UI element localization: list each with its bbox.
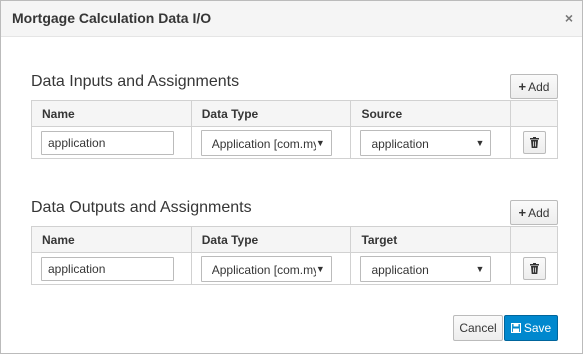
outputs-table-header: Name Data Type Target [31,226,558,253]
save-button[interactable]: Save [504,315,558,341]
add-output-label: Add [528,205,550,220]
output-target-value: application [371,262,429,277]
caret-down-icon: ▼ [475,263,485,274]
column-header-data-type: Data Type [190,226,352,253]
source-cell: application ▼ [350,126,512,159]
add-input-button[interactable]: + Add [510,74,558,99]
input-data-type-value: Application [com.myspace.mortgage_app] [211,136,316,151]
input-source-value: application [371,136,429,151]
trash-icon [530,137,540,148]
cancel-button[interactable]: Cancel [453,315,503,341]
close-icon[interactable]: × [565,10,573,26]
delete-input-button[interactable] [523,131,547,154]
output-name-field[interactable] [41,256,174,281]
actions-cell [510,126,558,159]
column-header-source: Source [350,100,512,127]
outputs-section-title: Data Outputs and Assignments [31,199,252,216]
output-data-type-value: Application [com.myspace.mortgage_app] [211,262,316,277]
name-cell [31,252,192,285]
plus-icon: + [518,78,527,94]
trash-icon [530,263,540,274]
caret-down-icon: ▼ [315,263,325,274]
plus-icon: + [518,204,527,220]
inputs-section-title: Data Inputs and Assignments [31,73,240,90]
table-row: Application [com.myspace.mortgage_app] ▼… [31,126,558,159]
data-type-cell: Application [com.myspace.mortgage_app] ▼ [190,126,352,159]
outputs-table: Name Data Type Target Application [com.m… [31,226,558,285]
input-data-type-select[interactable]: Application [com.myspace.mortgage_app] ▼ [200,129,332,156]
inputs-table: Name Data Type Source Application [com.m… [31,100,558,159]
delete-output-button[interactable] [523,257,547,280]
output-data-type-select[interactable]: Application [com.myspace.mortgage_app] ▼ [200,255,332,282]
target-cell: application ▼ [350,252,512,285]
name-cell [31,126,192,159]
floppy-icon [510,323,521,333]
data-type-cell: Application [com.myspace.mortgage_app] ▼ [190,252,352,285]
save-label: Save [523,321,552,335]
dialog-header: Mortgage Calculation Data I/O × [1,1,582,37]
inputs-table-header: Name Data Type Source [31,100,558,127]
actions-cell [510,252,558,285]
caret-down-icon: ▼ [315,137,325,148]
input-source-select[interactable]: application ▼ [360,129,492,156]
input-name-field[interactable] [41,130,174,155]
column-header-target: Target [350,226,512,253]
data-io-dialog: Mortgage Calculation Data I/O × Data Inp… [0,0,583,354]
output-target-select[interactable]: application ▼ [360,255,492,282]
column-header-name: Name [31,100,192,127]
add-output-button[interactable]: + Add [510,200,558,225]
column-header-name: Name [31,226,192,253]
dialog-title: Mortgage Calculation Data I/O [12,10,212,26]
caret-down-icon: ▼ [475,137,485,148]
column-header-actions [510,226,558,253]
add-input-label: Add [528,79,550,94]
table-row: Application [com.myspace.mortgage_app] ▼… [31,252,558,285]
column-header-actions [510,100,558,127]
column-header-data-type: Data Type [190,100,352,127]
